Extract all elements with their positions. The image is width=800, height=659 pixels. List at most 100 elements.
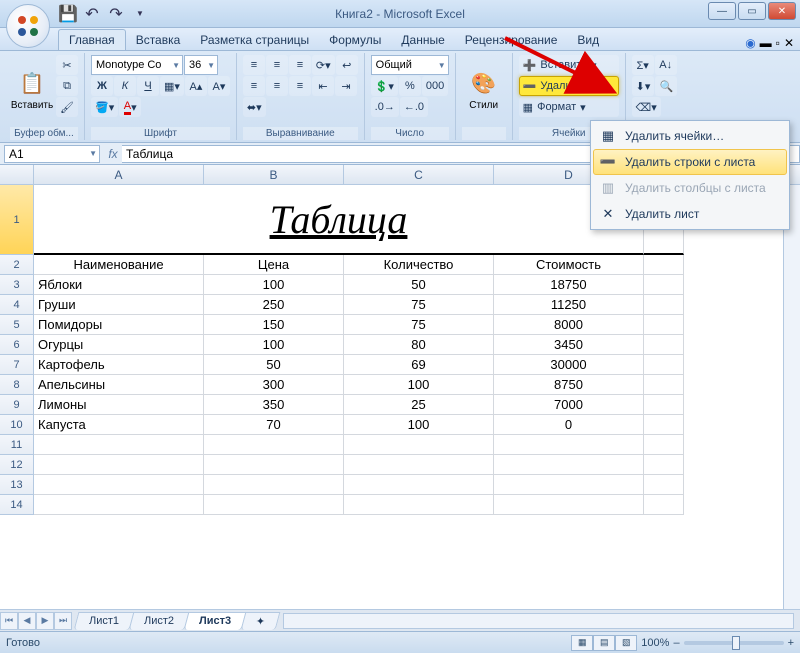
cell[interactable]: Количество: [344, 255, 494, 275]
cell[interactable]: [644, 415, 684, 435]
name-box[interactable]: A1▼: [4, 145, 100, 163]
title-cell[interactable]: Таблица: [34, 185, 644, 255]
tab-review[interactable]: Рецензирование: [455, 30, 568, 50]
cell[interactable]: 50: [344, 275, 494, 295]
row-header[interactable]: 14: [0, 495, 34, 515]
sheet-nav-next[interactable]: ▶: [36, 612, 54, 630]
tab-view[interactable]: Вид: [567, 30, 609, 50]
shrink-font-icon[interactable]: A▾: [208, 76, 230, 96]
cell[interactable]: 350: [204, 395, 344, 415]
row-header[interactable]: 4: [0, 295, 34, 315]
cell[interactable]: 18750: [494, 275, 644, 295]
row-header[interactable]: 13: [0, 475, 34, 495]
cell[interactable]: 0: [494, 415, 644, 435]
underline-button[interactable]: Ч: [137, 76, 159, 96]
cell[interactable]: [494, 455, 644, 475]
cell[interactable]: 250: [204, 295, 344, 315]
align-left-icon[interactable]: ≡: [243, 76, 265, 96]
vertical-scrollbar[interactable]: [783, 185, 800, 609]
close-button[interactable]: ✕: [768, 2, 796, 20]
zoom-level[interactable]: 100%: [641, 637, 669, 649]
autosum-icon[interactable]: Σ▾: [632, 55, 654, 75]
cell[interactable]: Капуста: [34, 415, 204, 435]
office-button[interactable]: [6, 4, 50, 48]
cell[interactable]: Помидоры: [34, 315, 204, 335]
sort-filter-icon[interactable]: A↓: [655, 55, 677, 75]
sheet-tab[interactable]: Лист3: [184, 612, 247, 630]
view-page-break-icon[interactable]: ▧: [615, 635, 637, 651]
row-header[interactable]: 9: [0, 395, 34, 415]
column-header[interactable]: B: [204, 165, 344, 184]
align-top-icon[interactable]: ≡: [243, 55, 265, 75]
tab-home[interactable]: Главная: [58, 29, 126, 50]
select-all-corner[interactable]: [0, 165, 34, 184]
grow-font-icon[interactable]: A▴: [185, 76, 207, 96]
format-painter-icon[interactable]: 🖌: [56, 97, 78, 117]
font-size-combo[interactable]: 36▼: [184, 55, 218, 75]
restore-window-icon[interactable]: ▫: [776, 36, 780, 50]
close-workbook-icon[interactable]: ✕: [784, 36, 794, 50]
row-header[interactable]: 12: [0, 455, 34, 475]
italic-button[interactable]: К: [114, 76, 136, 96]
cell[interactable]: Цена: [204, 255, 344, 275]
maximize-button[interactable]: ▭: [738, 2, 766, 20]
cell[interactable]: 25: [344, 395, 494, 415]
cell[interactable]: [344, 455, 494, 475]
menu-delete-rows[interactable]: ➖Удалить строки с листа: [593, 149, 787, 175]
minimize-ribbon-icon[interactable]: ▬: [760, 36, 772, 50]
undo-icon[interactable]: ↶: [82, 4, 102, 24]
cell[interactable]: 70: [204, 415, 344, 435]
row-header[interactable]: 2: [0, 255, 34, 275]
cell[interactable]: [34, 455, 204, 475]
bold-button[interactable]: Ж: [91, 76, 113, 96]
cell[interactable]: 75: [344, 295, 494, 315]
cell[interactable]: [644, 455, 684, 475]
tab-formulas[interactable]: Формулы: [319, 30, 391, 50]
cell[interactable]: Лимоны: [34, 395, 204, 415]
cell[interactable]: 100: [344, 415, 494, 435]
cell[interactable]: [204, 435, 344, 455]
percent-icon[interactable]: %: [399, 76, 421, 96]
save-icon[interactable]: 💾: [58, 4, 78, 24]
tab-data[interactable]: Данные: [391, 30, 454, 50]
cell[interactable]: [494, 435, 644, 455]
cell[interactable]: 100: [204, 275, 344, 295]
zoom-out-icon[interactable]: –: [673, 637, 679, 649]
increase-indent-icon[interactable]: ⇥: [335, 76, 357, 96]
cell[interactable]: [644, 375, 684, 395]
cell[interactable]: [494, 475, 644, 495]
row-header[interactable]: 3: [0, 275, 34, 295]
redo-icon[interactable]: ↷: [106, 4, 126, 24]
cut-icon[interactable]: ✂: [56, 55, 78, 75]
help-icon[interactable]: ◉: [745, 36, 755, 50]
cell[interactable]: [644, 355, 684, 375]
cell[interactable]: 7000: [494, 395, 644, 415]
cell[interactable]: [644, 315, 684, 335]
cell[interactable]: 75: [344, 315, 494, 335]
menu-delete-cols[interactable]: ▥Удалить столбцы с листа: [593, 175, 787, 201]
number-format-combo[interactable]: Общий▼: [371, 55, 449, 75]
currency-icon[interactable]: 💲▾: [371, 76, 398, 96]
new-sheet-tab[interactable]: ✦: [241, 612, 281, 630]
delete-cells-button[interactable]: ➖Удалить▾: [519, 76, 619, 96]
sheet-tab[interactable]: Лист1: [74, 612, 135, 630]
cell[interactable]: Картофель: [34, 355, 204, 375]
cell[interactable]: [344, 435, 494, 455]
cell[interactable]: [644, 495, 684, 515]
row-header[interactable]: 1: [0, 185, 34, 255]
cell[interactable]: Груши: [34, 295, 204, 315]
sheet-tab[interactable]: Лист2: [129, 612, 190, 630]
sheet-nav-last[interactable]: ⏭: [54, 612, 72, 630]
cell[interactable]: Наименование: [34, 255, 204, 275]
styles-button[interactable]: 🎨 Стили: [462, 55, 506, 125]
cell[interactable]: [494, 495, 644, 515]
row-header[interactable]: 10: [0, 415, 34, 435]
row-header[interactable]: 11: [0, 435, 34, 455]
align-center-icon[interactable]: ≡: [266, 76, 288, 96]
menu-delete-sheet[interactable]: ✕Удалить лист: [593, 201, 787, 227]
cell[interactable]: [34, 475, 204, 495]
cell[interactable]: [34, 495, 204, 515]
cell[interactable]: 30000: [494, 355, 644, 375]
cell[interactable]: 150: [204, 315, 344, 335]
zoom-in-icon[interactable]: +: [788, 637, 794, 649]
